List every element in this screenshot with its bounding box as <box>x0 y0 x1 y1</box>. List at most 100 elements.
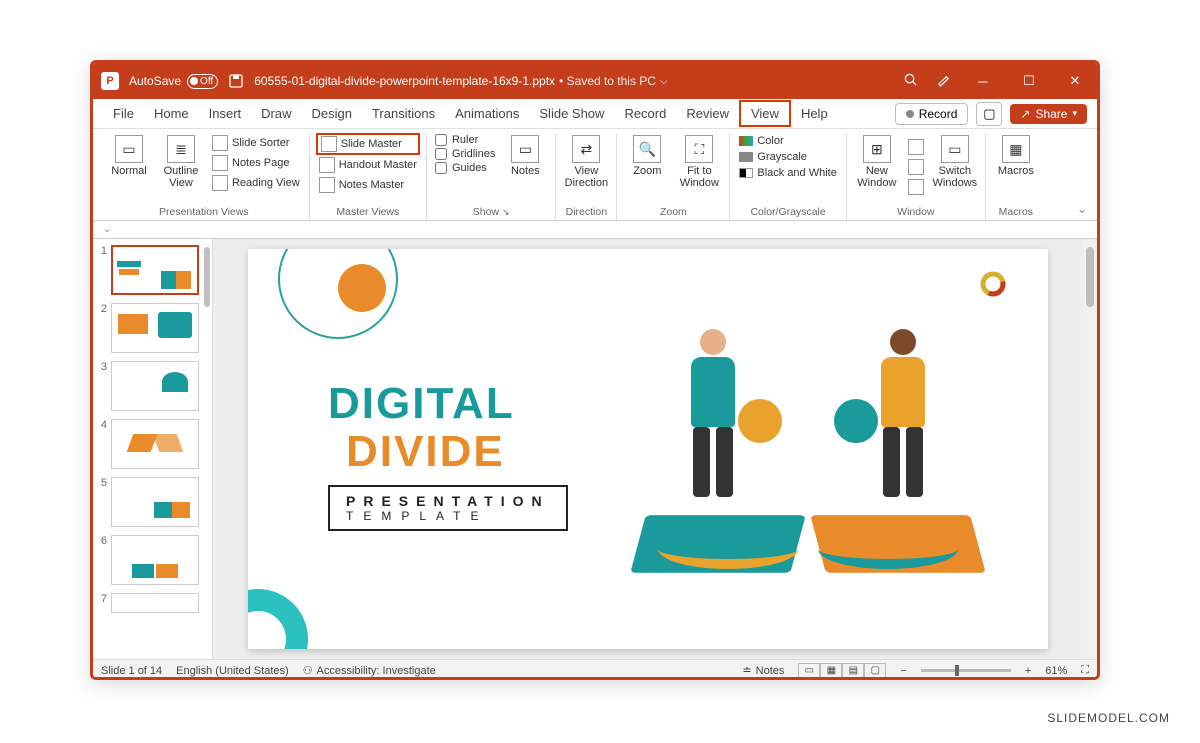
menubar: File Home Insert Draw Design Transitions… <box>93 99 1097 129</box>
normal-view-button[interactable]: ▭Normal <box>105 133 153 179</box>
menu-review[interactable]: Review <box>676 102 739 125</box>
thumbnail-4[interactable] <box>111 419 199 469</box>
search-icon[interactable] <box>903 72 918 90</box>
menu-draw[interactable]: Draw <box>251 102 301 125</box>
zoom-slider[interactable] <box>921 669 1011 672</box>
fit-to-window-icon[interactable]: ⛶ <box>1081 664 1089 677</box>
reading-view-button[interactable]: Reading View <box>209 173 303 193</box>
reading-view-icon[interactable]: ▤ <box>842 663 864 679</box>
guides-checkbox[interactable]: Guides <box>433 161 497 175</box>
menu-design[interactable]: Design <box>302 102 362 125</box>
notes-button[interactable]: ▭Notes <box>501 133 549 179</box>
move-split-button[interactable] <box>905 177 927 197</box>
thumb-scrollbar[interactable] <box>204 247 210 307</box>
slide-title-1[interactable]: DIGITAL <box>328 379 515 429</box>
dialog-launcher-icon[interactable]: ↘ <box>502 207 510 217</box>
new-window-button[interactable]: ⊞New Window <box>853 133 901 191</box>
slide-canvas-area[interactable]: DIGITAL DIVIDE PRESENTATION TEMPLATE <box>213 239 1083 659</box>
slide-counter[interactable]: Slide 1 of 14 <box>101 665 162 677</box>
collapse-ribbon-icon[interactable]: ⌄ <box>1077 202 1087 216</box>
zoom-button[interactable]: 🔍Zoom <box>623 133 671 179</box>
menu-insert[interactable]: Insert <box>199 102 252 125</box>
cascade-button[interactable] <box>905 157 927 177</box>
autosave-toggle[interactable]: Off <box>187 74 218 89</box>
notes-toggle[interactable]: ≐Notes <box>742 664 784 677</box>
vertical-scrollbar[interactable] <box>1083 239 1097 659</box>
notespage-label: Notes Page <box>232 157 289 169</box>
menu-animations[interactable]: Animations <box>445 102 529 125</box>
pen-icon[interactable] <box>936 72 951 90</box>
thumbnail-2[interactable] <box>111 303 199 353</box>
accessibility-label: Accessibility: Investigate <box>317 665 436 677</box>
menu-transitions[interactable]: Transitions <box>362 102 445 125</box>
notes-master-button[interactable]: Notes Master <box>316 175 420 195</box>
zoom-in-button[interactable]: + <box>1025 665 1031 677</box>
group-label: Window <box>853 204 979 220</box>
save-icon[interactable] <box>228 73 244 89</box>
thumbnail-7[interactable] <box>111 593 199 613</box>
share-label: Share <box>1035 107 1067 121</box>
sorter-view-icon[interactable]: ▦ <box>820 663 842 679</box>
slide-title-2[interactable]: DIVIDE <box>346 427 505 477</box>
menu-help[interactable]: Help <box>791 102 838 125</box>
thumbnail-5[interactable] <box>111 477 199 527</box>
ruler-label: Ruler <box>452 134 478 146</box>
title-chevron-icon[interactable]: ⌵ <box>660 76 668 87</box>
normal-view-icon[interactable]: ▭ <box>798 663 820 679</box>
slide-master-button[interactable]: Slide Master <box>316 133 420 155</box>
qat-overflow-icon[interactable]: ⌄ <box>103 224 111 235</box>
record-label: Record <box>919 107 958 121</box>
notes-page-button[interactable]: Notes Page <box>209 153 303 173</box>
macros-button[interactable]: ▦Macros <box>992 133 1040 179</box>
gridlines-checkbox[interactable]: Gridlines <box>433 147 497 161</box>
save-status-text: Saved to this PC <box>567 74 656 88</box>
newwin-label: New Window <box>857 165 896 189</box>
slide-sorter-button[interactable]: Slide Sorter <box>209 133 303 153</box>
switch-windows-button[interactable]: ▭Switch Windows <box>931 133 979 191</box>
minimize-button[interactable]: ─ <box>969 67 997 95</box>
handout-master-button[interactable]: Handout Master <box>316 155 420 175</box>
fit-window-button[interactable]: ⛶Fit to Window <box>675 133 723 191</box>
menu-record[interactable]: Record <box>614 102 676 125</box>
normal-icon: ▭ <box>115 135 143 163</box>
outline-view-button[interactable]: ≣Outline View <box>157 133 205 191</box>
language-status[interactable]: English (United States) <box>176 665 289 677</box>
thumbnail-pane[interactable]: 1 2 3 4 5 6 7 <box>93 239 213 659</box>
group-label: Macros <box>992 204 1040 220</box>
maximize-button[interactable]: ☐ <box>1015 67 1043 95</box>
grayscale-button[interactable]: Grayscale <box>736 149 839 165</box>
record-button[interactable]: Record <box>895 103 969 125</box>
ruler-checkbox[interactable]: Ruler <box>433 133 497 147</box>
notes-label: Notes <box>511 165 540 177</box>
zoom-percent[interactable]: 61% <box>1045 665 1067 677</box>
view-direction-button[interactable]: ⇄View Direction <box>562 133 610 191</box>
bw-button[interactable]: Black and White <box>736 165 839 181</box>
app-window: P AutoSave Off 60555-01-digital-divide-p… <box>90 60 1100 680</box>
menu-file[interactable]: File <box>103 102 144 125</box>
thumbnail-1[interactable] <box>111 245 199 295</box>
notespage-icon <box>212 155 228 171</box>
slide-canvas[interactable]: DIGITAL DIVIDE PRESENTATION TEMPLATE <box>248 249 1048 649</box>
arrange-all-button[interactable] <box>905 137 927 157</box>
arrange-icon <box>908 139 924 155</box>
close-button[interactable]: ✕ <box>1061 67 1089 95</box>
group-presentation-views: ▭Normal ≣Outline View Slide Sorter Notes… <box>99 133 310 220</box>
slideshow-view-icon[interactable]: ▢ <box>864 663 886 679</box>
gridlines-label: Gridlines <box>452 148 495 160</box>
accessibility-status[interactable]: ⚇Accessibility: Investigate <box>303 664 436 677</box>
menu-view[interactable]: View <box>739 100 791 127</box>
zoom-out-button[interactable]: − <box>900 665 906 677</box>
group-macros: ▦Macros Macros <box>986 133 1046 220</box>
deco-arc <box>248 589 308 649</box>
present-button[interactable]: ▢ <box>976 102 1002 126</box>
menu-slideshow[interactable]: Slide Show <box>529 102 614 125</box>
menu-home[interactable]: Home <box>144 102 199 125</box>
thumbnail-6[interactable] <box>111 535 199 585</box>
handout-label: Handout Master <box>339 159 417 171</box>
share-button[interactable]: ↗Share▾ <box>1010 104 1087 124</box>
slide-subtitle-box[interactable]: PRESENTATION TEMPLATE <box>328 485 568 531</box>
thumbnail-3[interactable] <box>111 361 199 411</box>
workarea: 1 2 3 4 5 6 7 DIGITAL DIVIDE PRESENTATIO… <box>93 239 1097 659</box>
color-button[interactable]: Color <box>736 133 839 149</box>
newwin-icon: ⊞ <box>863 135 891 163</box>
